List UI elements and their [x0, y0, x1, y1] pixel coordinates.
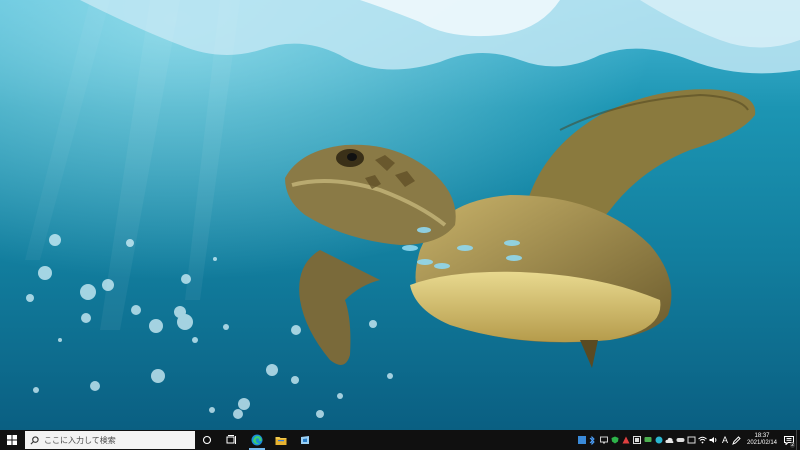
- taskbar-app-store[interactable]: [293, 430, 317, 450]
- tray-app-6[interactable]: [642, 430, 653, 450]
- clock[interactable]: 18:37 2021/02/14: [742, 430, 782, 450]
- volume-icon: [709, 437, 717, 443]
- tray-gamepad-icon: [676, 438, 685, 442]
- tray-app-3[interactable]: [609, 430, 620, 450]
- taskbar-apps: [245, 430, 317, 450]
- search-icon: [30, 435, 39, 444]
- windows-logo-icon: [7, 435, 17, 445]
- tray-shield-icon: [611, 436, 618, 444]
- tray-app-1[interactable]: [576, 430, 587, 450]
- screen: ここに入力して検索 A 18:37 2021/02/14 2: [0, 0, 800, 450]
- tray-app-10[interactable]: [686, 430, 697, 450]
- notification-count: 2: [790, 442, 795, 448]
- taskbar-app-edge[interactable]: [245, 430, 269, 450]
- tray-app-9[interactable]: [675, 430, 686, 450]
- search-placeholder: ここに入力して検索: [44, 435, 116, 445]
- tray-app-7[interactable]: [653, 430, 664, 450]
- show-desktop-button[interactable]: [796, 430, 800, 450]
- tray-window-icon: [632, 436, 641, 444]
- task-view-button[interactable]: [219, 430, 243, 450]
- bluetooth-icon: [589, 435, 595, 445]
- task-view-icon: [226, 435, 236, 444]
- tray-network[interactable]: [697, 430, 708, 450]
- tray-globe-icon: [655, 436, 662, 444]
- ime-indicator[interactable]: A: [719, 430, 731, 450]
- pen-icon: [732, 435, 741, 445]
- start-button[interactable]: [0, 430, 24, 450]
- tray-app-8[interactable]: [664, 430, 675, 450]
- taskbar: ここに入力して検索 A 18:37 2021/02/14 2: [0, 430, 800, 450]
- notification-center-button[interactable]: 2: [782, 430, 796, 450]
- cortana-button[interactable]: [195, 430, 219, 450]
- clock-time: 18:37: [754, 433, 770, 439]
- tray-app-5[interactable]: [631, 430, 642, 450]
- wifi-icon: [698, 436, 707, 444]
- tray-monitor-icon: [599, 436, 608, 444]
- search-box[interactable]: ここに入力して検索: [25, 431, 195, 449]
- tray-volume[interactable]: [708, 430, 719, 450]
- tray-bluetooth[interactable]: [587, 430, 598, 450]
- tray-chat-icon: [644, 437, 651, 442]
- tray-cloud-icon: [665, 437, 674, 443]
- tray-grid-icon: [577, 436, 586, 444]
- taskbar-app-file-explorer[interactable]: [269, 430, 293, 450]
- system-tray: A 18:37 2021/02/14 2: [576, 430, 800, 450]
- tray-app-2[interactable]: [598, 430, 609, 450]
- app-icon: [301, 436, 309, 444]
- tray-app-4[interactable]: [620, 430, 631, 450]
- tray-remote-icon: [687, 436, 696, 444]
- clock-date: 2021/02/14: [746, 440, 778, 446]
- cortana-icon: [202, 435, 212, 445]
- desktop-wallpaper: [0, 0, 800, 430]
- tray-pen[interactable]: [731, 430, 742, 450]
- edge-icon: [251, 434, 263, 446]
- folder-icon: [275, 436, 287, 445]
- tray-alert-icon: [622, 436, 629, 444]
